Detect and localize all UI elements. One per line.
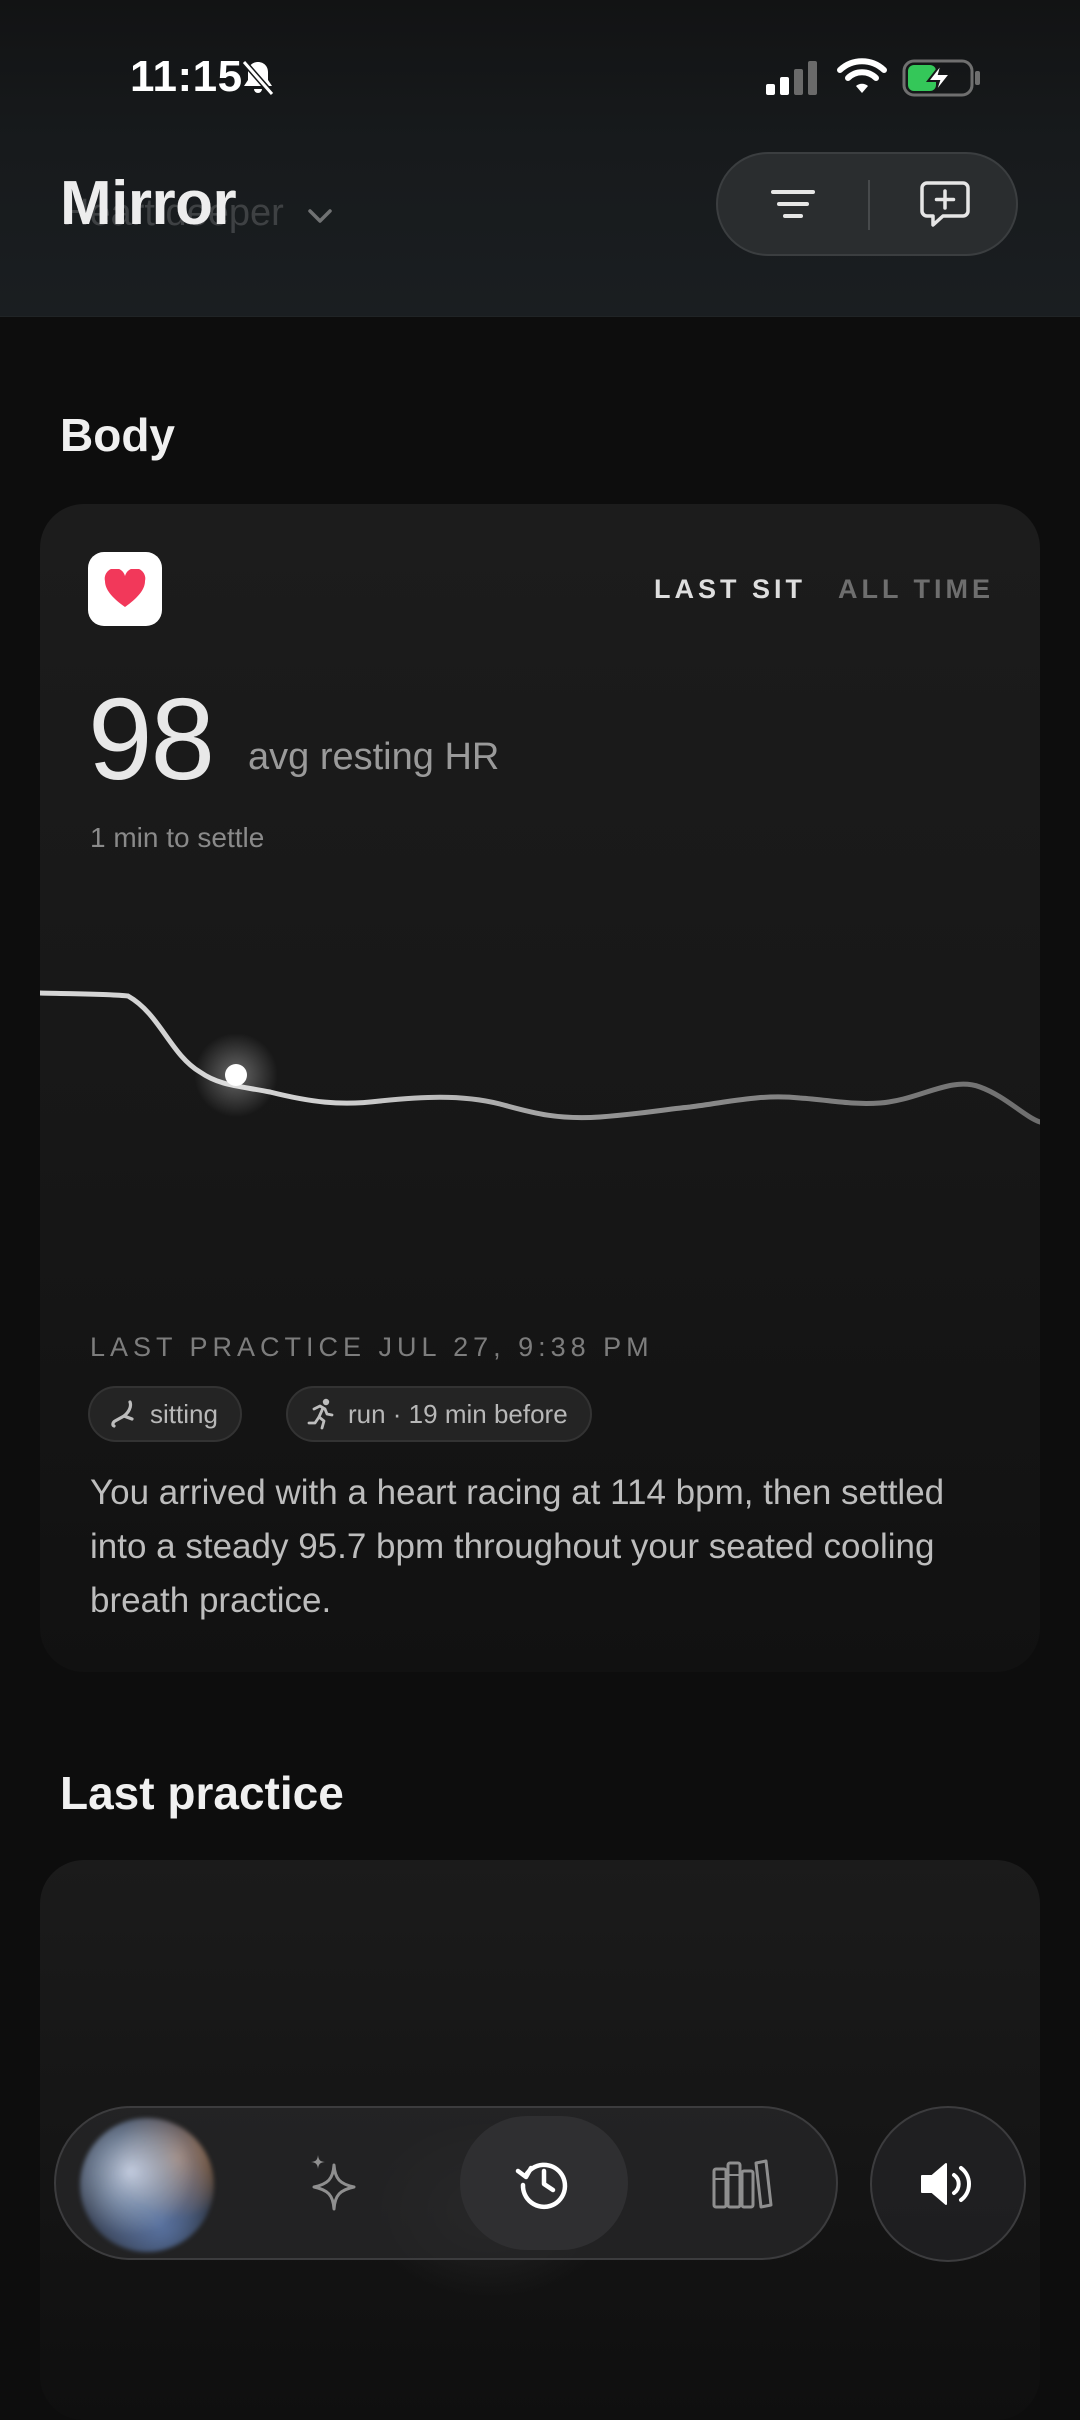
last-practice-heading: LAST PRACTICE JUL 27, 9:38 PM xyxy=(90,1332,654,1362)
status-time: 11:15 xyxy=(130,52,243,101)
chart-marker[interactable] xyxy=(225,1064,247,1086)
chip-run[interactable]: run · 19 min before xyxy=(286,1386,592,1442)
battery-charging-icon xyxy=(902,59,980,97)
history-icon xyxy=(515,2162,568,2210)
tab-all-time[interactable]: ALL TIME xyxy=(838,574,994,605)
top-header: 11:15 Heart deeper Mirror xyxy=(0,0,1080,317)
tab-sparkles[interactable] xyxy=(254,2108,414,2258)
sound-button[interactable] xyxy=(870,2106,1026,2262)
bell-off-icon xyxy=(241,60,275,96)
run-icon xyxy=(307,1398,334,1430)
speaker-icon xyxy=(921,2163,971,2205)
chip-run-label: run · 19 min before xyxy=(348,1398,568,1429)
signal-icon xyxy=(766,61,817,95)
filter-icon xyxy=(771,190,815,218)
body-card: LAST SIT ALL TIME 98 avg resting HR 1 mi… xyxy=(40,504,1040,1672)
new-chat-button[interactable] xyxy=(870,154,1020,254)
heart-rate-chart[interactable] xyxy=(40,934,1040,1254)
bottom-tab-bar xyxy=(54,2106,838,2260)
heart-icon xyxy=(104,569,146,607)
avatar-orb[interactable] xyxy=(80,2118,214,2252)
library-icon xyxy=(712,2159,773,2209)
practice-description: You arrived with a heart racing at 114 b… xyxy=(90,1473,945,1620)
sitting-icon xyxy=(111,1400,134,1428)
filter-button[interactable] xyxy=(718,154,868,254)
hr-value: 98 xyxy=(88,674,215,804)
last-practice-section-title: Last practice xyxy=(60,1767,344,1819)
wifi-icon xyxy=(837,58,887,93)
settle-text: 1 min to settle xyxy=(90,822,265,853)
tab-last-sit[interactable]: LAST SIT xyxy=(654,574,806,605)
tab-history[interactable] xyxy=(464,2108,624,2258)
body-section-title: Body xyxy=(60,409,175,461)
chip-sitting-label: sitting xyxy=(150,1398,218,1429)
hr-label: avg resting HR xyxy=(248,736,500,778)
sparkles-icon xyxy=(311,2155,356,2211)
tab-library[interactable] xyxy=(662,2108,822,2258)
header-actions xyxy=(716,152,1018,256)
page-title: Mirror xyxy=(60,169,237,238)
new-chat-icon xyxy=(920,181,970,227)
chevron-down-icon[interactable] xyxy=(302,198,338,234)
chip-sitting[interactable]: sitting xyxy=(88,1386,242,1442)
heart-rate-line xyxy=(40,990,1040,1125)
heart-app-icon xyxy=(88,552,162,626)
